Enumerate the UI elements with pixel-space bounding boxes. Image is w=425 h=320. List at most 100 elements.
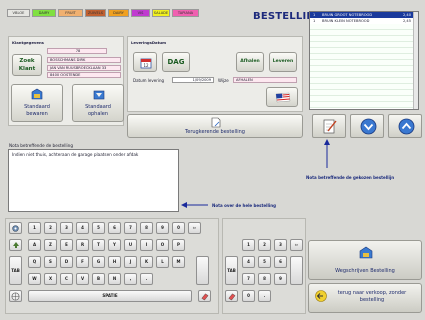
- standard-fetch-button[interactable]: Standaard ophalen: [72, 84, 124, 122]
- key-9[interactable]: 9: [156, 222, 169, 234]
- delivery-date-label: Datum levering: [133, 78, 165, 83]
- write-off-order-button[interactable]: Wegschrijven Bestelling: [308, 240, 422, 280]
- key-7[interactable]: 7: [124, 222, 137, 234]
- numpad-key-0[interactable]: 0: [242, 290, 255, 302]
- key-8[interactable]: 8: [140, 222, 153, 234]
- numpad-key-1[interactable]: 1: [242, 239, 255, 251]
- key-M[interactable]: M: [172, 256, 185, 268]
- standard-save-label-2: bewaren: [26, 111, 48, 117]
- category-button[interactable]: DAIRY: [32, 9, 56, 17]
- key-C[interactable]: C: [60, 273, 73, 285]
- flag-button[interactable]: [266, 87, 298, 107]
- delivery-method-field[interactable]: AFHALEN: [233, 77, 297, 83]
- calendar-button[interactable]: 12: [133, 52, 157, 72]
- enter-key[interactable]: [196, 256, 209, 285]
- eraser-icon: [228, 293, 236, 301]
- delivery-method-label: Wijze: [218, 78, 229, 83]
- order-list[interactable]: 1 BRUIN GROOT NOTEBROOD 2,40 1 BRUIN KLEIN N…: [309, 11, 419, 110]
- numpad-key-3[interactable]: 3: [274, 239, 287, 251]
- key-X[interactable]: X: [44, 273, 57, 285]
- key-L[interactable]: L: [156, 256, 169, 268]
- key-S[interactable]: S: [44, 256, 57, 268]
- customer-number-field[interactable]: 78: [47, 48, 107, 54]
- key-I[interactable]: I: [140, 239, 153, 251]
- key-U[interactable]: U: [124, 239, 137, 251]
- key-G[interactable]: G: [92, 256, 105, 268]
- space-key[interactable]: SPATIE: [28, 290, 192, 302]
- numpad-key-4[interactable]: 4: [242, 256, 255, 268]
- key-E[interactable]: E: [60, 239, 73, 251]
- key-0[interactable]: 0: [172, 222, 185, 234]
- key-4[interactable]: 4: [76, 222, 89, 234]
- backspace-key[interactable]: ⇦: [188, 222, 201, 234]
- key-V[interactable]: V: [76, 273, 89, 285]
- save-icon: [31, 88, 43, 100]
- move-up-button[interactable]: [388, 114, 422, 138]
- key-Y[interactable]: Y: [108, 239, 121, 251]
- category-button[interactable]: FRUIT: [58, 9, 83, 17]
- shift-key[interactable]: [9, 239, 22, 251]
- numpad-key-2[interactable]: 2: [258, 239, 271, 251]
- key-F[interactable]: F: [76, 256, 89, 268]
- back-to-sales-button[interactable]: terug naar verkoop, zonder bestelling: [308, 283, 422, 313]
- standard-save-button[interactable]: Standaard bewaren: [11, 84, 63, 122]
- key-K[interactable]: K: [140, 256, 153, 268]
- pickup-button[interactable]: Afhalen: [236, 52, 264, 72]
- order-list-scrollbar[interactable]: [413, 12, 418, 109]
- numpad-eraser-key[interactable]: [225, 290, 238, 302]
- order-note-textarea[interactable]: Indien niet thuis, achteraan de garage p…: [8, 149, 179, 212]
- flag-icon: [275, 92, 291, 103]
- numpad-key-6[interactable]: 6: [274, 256, 287, 268]
- key-D[interactable]: D: [60, 256, 73, 268]
- key-.[interactable]: .: [140, 273, 153, 285]
- key-5[interactable]: 5: [92, 222, 105, 234]
- tab-key[interactable]: TAB: [9, 256, 22, 285]
- day-button[interactable]: DAG: [162, 52, 190, 72]
- numpad-key-.[interactable]: .: [258, 290, 271, 302]
- category-button[interactable]: TAPIANA: [172, 9, 199, 17]
- key-J[interactable]: J: [124, 256, 137, 268]
- recurring-order-label: Terugkerende bestelling: [185, 129, 245, 135]
- settings-key[interactable]: [9, 222, 22, 234]
- numpad-key-9[interactable]: 9: [274, 273, 287, 285]
- category-button[interactable]: VBLOE: [7, 9, 30, 17]
- category-button[interactable]: SALADE: [152, 9, 170, 17]
- key-,[interactable]: ,: [124, 273, 137, 285]
- key-W[interactable]: W: [28, 273, 41, 285]
- key-2[interactable]: 2: [44, 222, 57, 234]
- key-A[interactable]: A: [28, 239, 41, 251]
- numpad-tab-key[interactable]: TAB: [225, 256, 238, 285]
- settings2-key[interactable]: [9, 290, 22, 302]
- eraser-key[interactable]: [198, 290, 211, 302]
- deliver-button[interactable]: Leveren: [269, 52, 297, 72]
- search-customer-button[interactable]: Zoek Klant: [12, 54, 42, 76]
- key-Z[interactable]: Z: [44, 239, 57, 251]
- key-O[interactable]: O: [156, 239, 169, 251]
- category-button[interactable]: VIS: [131, 9, 150, 17]
- key-N[interactable]: N: [108, 273, 121, 285]
- key-Q[interactable]: Q: [28, 256, 41, 268]
- key-R[interactable]: R: [76, 239, 89, 251]
- delivery-date-field[interactable]: 1/09/2009: [172, 77, 214, 83]
- recurring-order-button[interactable]: Terugkerende bestelling: [127, 114, 303, 138]
- key-T[interactable]: T: [92, 239, 105, 251]
- customer-street-field[interactable]: JAN VAN RUUSBROECKLAAN 33: [47, 65, 121, 71]
- category-button[interactable]: ZUIVELS: [85, 9, 106, 17]
- customer-section-title: Klantgegevens: [12, 40, 44, 45]
- numpad-backspace-key[interactable]: ⇦: [290, 239, 303, 251]
- numpad-enter-key[interactable]: [290, 256, 303, 285]
- customer-name-field[interactable]: BOSSCHMANS DIRK: [47, 57, 121, 63]
- move-down-button[interactable]: [350, 114, 384, 138]
- numpad-key-5[interactable]: 5: [258, 256, 271, 268]
- key-B[interactable]: B: [92, 273, 105, 285]
- customer-city-field[interactable]: 8400 OOSTENDE: [47, 72, 121, 78]
- edit-note-button[interactable]: [312, 114, 346, 138]
- key-H[interactable]: H: [108, 256, 121, 268]
- numpad-key-8[interactable]: 8: [258, 273, 271, 285]
- numpad-key-7[interactable]: 7: [242, 273, 255, 285]
- key-1[interactable]: 1: [28, 222, 41, 234]
- category-button[interactable]: DAIRY: [108, 9, 129, 17]
- key-P[interactable]: P: [172, 239, 185, 251]
- key-6[interactable]: 6: [108, 222, 121, 234]
- key-3[interactable]: 3: [60, 222, 73, 234]
